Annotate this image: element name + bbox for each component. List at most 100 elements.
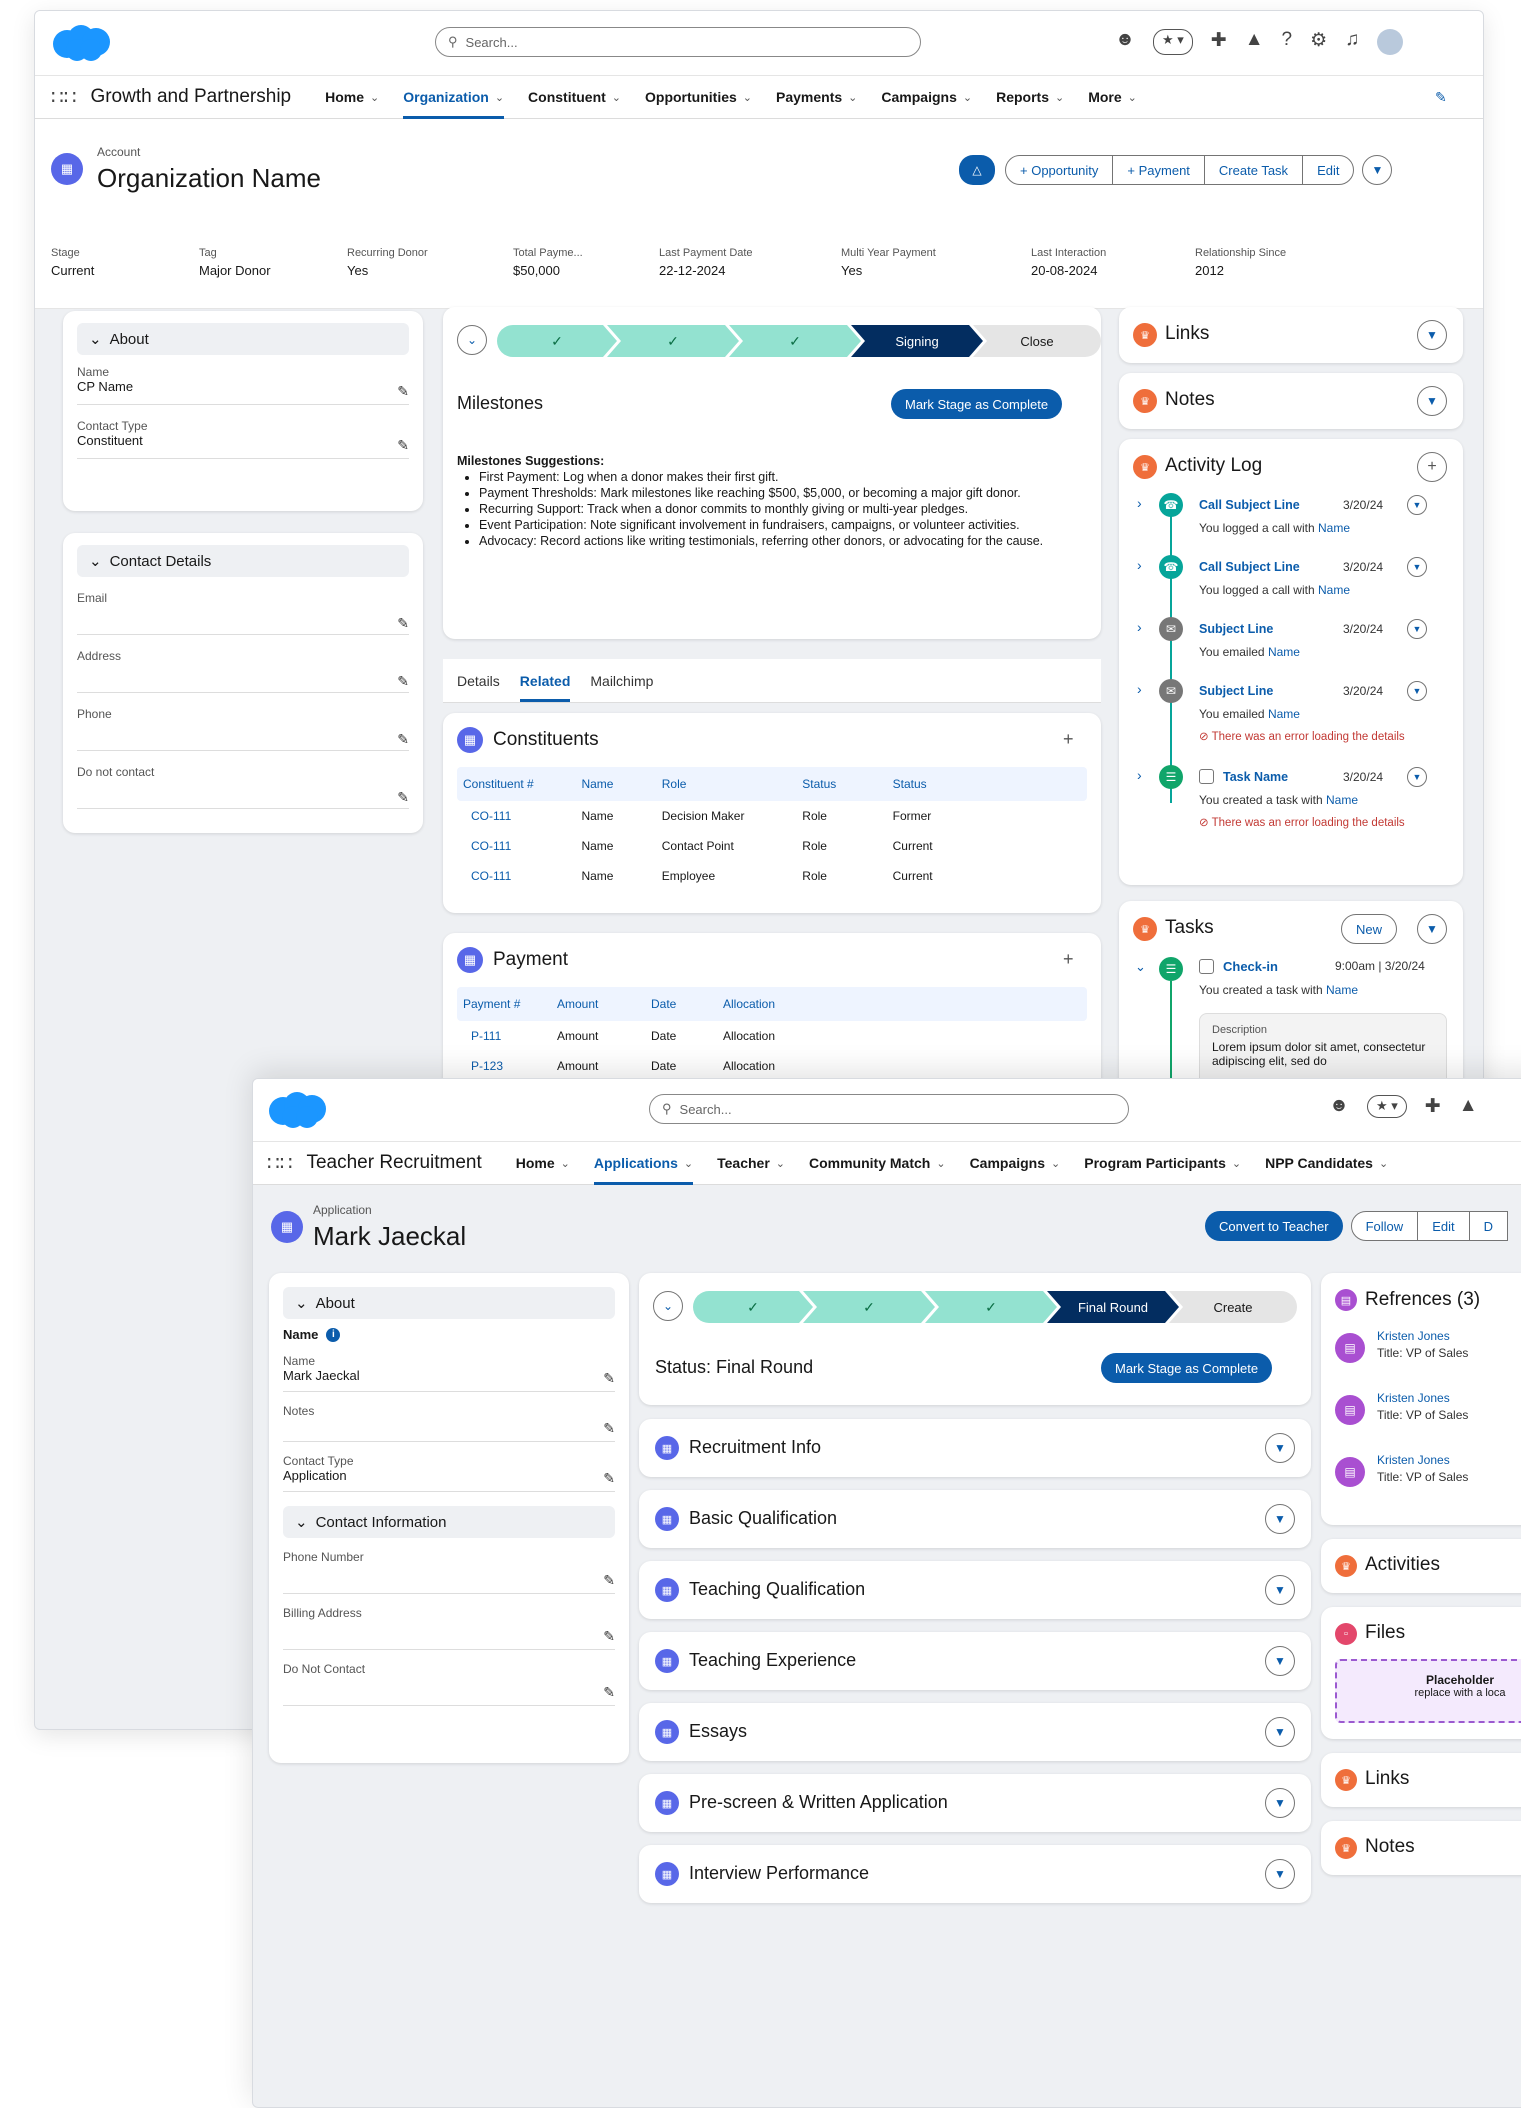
notes-dropdown[interactable]: ▼ bbox=[1417, 386, 1447, 416]
pencil-icon[interactable]: ✎ bbox=[603, 1628, 615, 1645]
add-activity-button[interactable]: + bbox=[1417, 452, 1447, 482]
tab-related[interactable]: Related bbox=[519, 660, 571, 702]
favorites-icon[interactable]: ★ ▾ bbox=[1367, 1095, 1407, 1118]
section-dropdown[interactable]: ▼ bbox=[1265, 1575, 1295, 1605]
expand-chevron-icon[interactable]: › bbox=[1137, 619, 1142, 635]
column-header[interactable]: Amount bbox=[557, 987, 651, 1021]
bell-icon[interactable]: ♫ bbox=[1345, 29, 1359, 55]
app-launcher-icon[interactable]: ∷∷ bbox=[51, 85, 76, 110]
pencil-icon[interactable]: ✎ bbox=[397, 383, 409, 400]
column-header[interactable]: Date bbox=[651, 987, 723, 1021]
activity-subject-link[interactable]: Subject Line bbox=[1199, 622, 1273, 636]
mark-stage-complete-button[interactable]: Mark Stage as Complete bbox=[1101, 1353, 1273, 1383]
task-checkbox[interactable] bbox=[1199, 769, 1214, 784]
nav-applications[interactable]: Applications ⌄ bbox=[593, 1141, 694, 1185]
about-section-header[interactable]: ⌄ About bbox=[283, 1287, 615, 1319]
expand-chevron-icon[interactable]: › bbox=[1137, 495, 1142, 511]
links-dropdown[interactable]: ▼ bbox=[1417, 320, 1447, 350]
table-cell[interactable]: CO-111 bbox=[463, 831, 581, 861]
section-card[interactable]: ▦ Basic Qualification ▼ bbox=[639, 1490, 1311, 1548]
pencil-icon[interactable]: ✎ bbox=[603, 1370, 615, 1387]
column-header[interactable]: Status bbox=[893, 767, 983, 801]
activity-dropdown[interactable]: ▼ bbox=[1407, 767, 1427, 787]
help-icon[interactable]: ? bbox=[1282, 29, 1293, 55]
contact-field[interactable]: ✎ bbox=[283, 1564, 615, 1594]
section-dropdown[interactable]: ▼ bbox=[1265, 1859, 1295, 1889]
column-header[interactable]: Payment # bbox=[463, 987, 557, 1021]
create-task-button[interactable]: Create Task bbox=[1203, 155, 1304, 185]
activity-dropdown[interactable]: ▼ bbox=[1407, 557, 1427, 577]
nav-home[interactable]: Home ⌄ bbox=[516, 1141, 570, 1185]
pencil-icon[interactable]: ✎ bbox=[397, 673, 409, 690]
contact-type-field[interactable]: Constituent ✎ bbox=[77, 433, 409, 459]
section-card[interactable]: ▦ Recruitment Info ▼ bbox=[639, 1419, 1311, 1477]
section-card[interactable]: ▦ Essays ▼ bbox=[639, 1703, 1311, 1761]
section-card[interactable]: ▦ Teaching Experience ▼ bbox=[639, 1632, 1311, 1690]
about-field[interactable]: Mark Jaeckal ✎ bbox=[283, 1368, 615, 1392]
column-header[interactable]: Status bbox=[802, 767, 892, 801]
nav-more[interactable]: More ⌄ bbox=[1088, 75, 1137, 119]
expand-chevron-icon[interactable]: ⌄ bbox=[1135, 959, 1146, 975]
about-section-header[interactable]: ⌄ About bbox=[77, 323, 409, 355]
delete-button[interactable]: D bbox=[1468, 1211, 1508, 1241]
pencil-icon[interactable]: ✎ bbox=[397, 731, 409, 748]
path-step[interactable]: Close bbox=[973, 325, 1101, 357]
avatar[interactable] bbox=[1377, 29, 1404, 55]
nav-community-match[interactable]: Community Match ⌄ bbox=[809, 1141, 946, 1185]
info-icon[interactable]: i bbox=[326, 1327, 341, 1342]
salesforce-logo-icon[interactable] bbox=[267, 1091, 329, 1129]
section-dropdown[interactable]: ▼ bbox=[1265, 1433, 1295, 1463]
nav-payments[interactable]: Payments ⌄ bbox=[776, 75, 857, 119]
nav-reports[interactable]: Reports ⌄ bbox=[996, 75, 1064, 119]
reference-name-link[interactable]: Kristen Jones bbox=[1377, 1329, 1450, 1343]
new-payment-button[interactable]: + Payment bbox=[1112, 155, 1205, 185]
gear-icon[interactable]: ⚙ bbox=[1310, 29, 1327, 55]
expand-chevron-icon[interactable]: › bbox=[1137, 557, 1142, 573]
expand-chevron-icon[interactable]: › bbox=[1137, 681, 1142, 697]
section-card[interactable]: ▦ Pre-screen & Written Application ▼ bbox=[639, 1774, 1311, 1832]
trailhead-icon[interactable]: ▲ bbox=[1459, 1095, 1478, 1118]
contact-field[interactable]: ✎ bbox=[77, 721, 409, 751]
activity-subject-link[interactable]: Call Subject Line bbox=[1199, 498, 1300, 512]
path-step[interactable]: ✓ bbox=[925, 1291, 1057, 1323]
name-field[interactable]: CP Name ✎ bbox=[77, 379, 409, 405]
edit-nav-pencil-icon[interactable]: ✎ bbox=[1435, 89, 1447, 106]
task-checkbox[interactable] bbox=[1199, 959, 1214, 974]
tasks-dropdown[interactable]: ▼ bbox=[1417, 914, 1447, 944]
nav-organization[interactable]: Organization ⌄ bbox=[403, 75, 505, 119]
contact-field[interactable]: ✎ bbox=[77, 663, 409, 693]
contact-field[interactable]: ✎ bbox=[77, 779, 409, 809]
more-actions-dropdown[interactable]: ▼ bbox=[1362, 155, 1393, 185]
path-step[interactable]: ✓ bbox=[729, 325, 861, 357]
nav-constituent[interactable]: Constituent ⌄ bbox=[528, 75, 621, 119]
add-icon[interactable]: + bbox=[1063, 729, 1074, 750]
new-opportunity-button[interactable]: + Opportunity bbox=[1005, 155, 1114, 185]
path-step[interactable]: ✓ bbox=[607, 325, 739, 357]
new-task-button[interactable]: New bbox=[1341, 914, 1398, 944]
path-step[interactable]: Signing bbox=[851, 325, 983, 357]
column-header[interactable]: Role bbox=[662, 767, 803, 801]
mark-stage-complete-button[interactable]: Mark Stage as Complete bbox=[891, 389, 1063, 419]
contact-info-header[interactable]: ⌄ Contact Information bbox=[283, 1506, 615, 1538]
contact-field[interactable]: ✎ bbox=[283, 1676, 615, 1706]
activity-dropdown[interactable]: ▼ bbox=[1407, 619, 1427, 639]
convert-to-teacher-button[interactable]: Convert to Teacher bbox=[1205, 1211, 1343, 1241]
expand-chevron-icon[interactable]: › bbox=[1137, 767, 1142, 783]
pencil-icon[interactable]: ✎ bbox=[397, 789, 409, 806]
nav-teacher[interactable]: Teacher ⌄ bbox=[717, 1141, 785, 1185]
add-icon[interactable]: ✚ bbox=[1425, 1095, 1441, 1118]
edit-button[interactable]: Edit bbox=[1302, 155, 1355, 185]
about-field[interactable]: ✎ bbox=[283, 1418, 615, 1442]
pencil-icon[interactable]: ✎ bbox=[603, 1470, 615, 1487]
section-dropdown[interactable]: ▼ bbox=[1265, 1717, 1295, 1747]
pencil-icon[interactable]: ✎ bbox=[603, 1420, 615, 1437]
activity-subject-link[interactable]: Subject Line bbox=[1199, 684, 1273, 698]
nav-home[interactable]: Home ⌄ bbox=[325, 75, 379, 119]
path-step[interactable]: Final Round bbox=[1047, 1291, 1179, 1323]
activity-name-link[interactable]: Name bbox=[1268, 645, 1300, 659]
hierarchy-button[interactable]: △ bbox=[959, 155, 995, 185]
nav-program-participants[interactable]: Program Participants ⌄ bbox=[1084, 1141, 1241, 1185]
reference-name-link[interactable]: Kristen Jones bbox=[1377, 1391, 1450, 1405]
activity-name-link[interactable]: Name bbox=[1268, 707, 1300, 721]
edit-button[interactable]: Edit bbox=[1417, 1211, 1470, 1241]
